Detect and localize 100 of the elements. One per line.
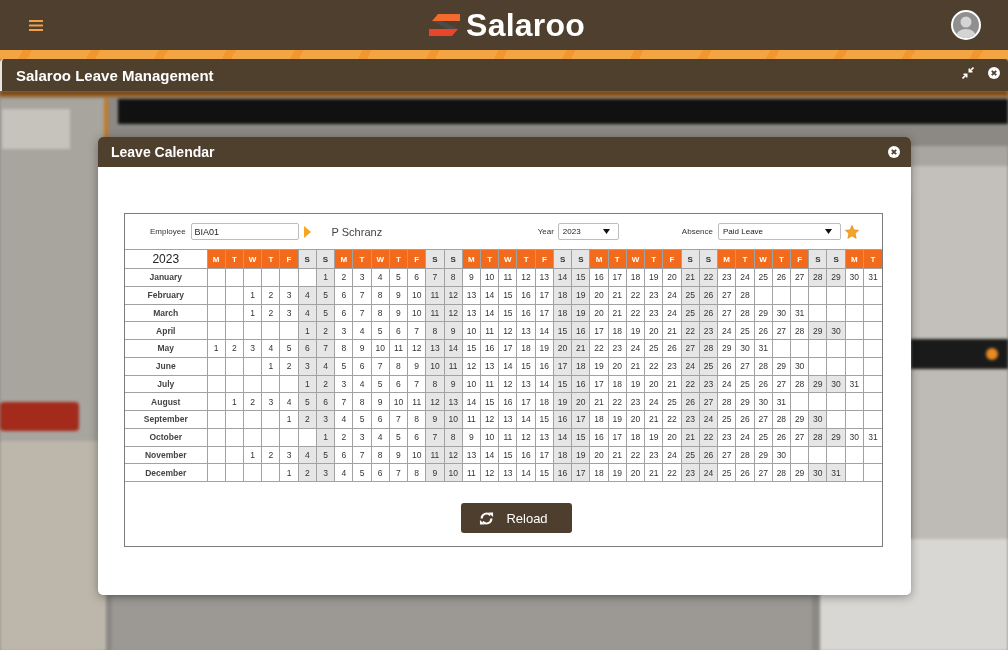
day-cell: 14 (480, 446, 499, 464)
day-cell: 25 (717, 410, 736, 429)
day-cell: 24 (735, 428, 755, 446)
day-cell: 20 (662, 268, 682, 287)
day-cell: 29 (754, 446, 773, 464)
day-cell: 4 (352, 375, 372, 393)
day-cell: 5 (334, 357, 353, 375)
day-cell: 20 (644, 321, 663, 340)
day-cell: 27 (717, 446, 736, 464)
day-cell: 15 (498, 286, 517, 304)
day-cell: 6 (352, 357, 372, 375)
day-cell: 15 (535, 410, 554, 429)
day-cell: 13 (498, 463, 517, 482)
day-cell: 16 (535, 357, 554, 375)
day-cell: 4 (334, 410, 353, 429)
menu-icon[interactable] (29, 19, 43, 31)
day-cell: 27 (790, 268, 809, 287)
logo-text: Salaroo (466, 7, 585, 43)
day-cell: 23 (608, 339, 627, 358)
month-label: April (125, 321, 207, 340)
day-cell: 29 (790, 463, 809, 482)
month-label: January (125, 268, 207, 287)
day-cell: 6 (407, 268, 426, 287)
reload-button[interactable]: Reload (461, 503, 572, 533)
day-cell: 21 (662, 375, 682, 393)
window-title: Salaroo Leave Management (16, 66, 215, 84)
day-cell: 3 (334, 375, 353, 393)
absence-select[interactable]: Paid Leave (718, 223, 841, 240)
day-cell: 14 (535, 321, 554, 340)
day-cell: 29 (772, 357, 791, 375)
day-cell: 17 (608, 428, 627, 446)
day-cell: 26 (662, 339, 682, 358)
day-cell: 25 (662, 392, 682, 411)
month-label: March (125, 304, 207, 322)
avatar-icon[interactable] (951, 10, 981, 40)
day-cell: 30 (735, 339, 755, 358)
day-cell: 23 (662, 357, 682, 375)
day-cell: 5 (389, 428, 408, 446)
day-cell: 13 (535, 268, 554, 287)
day-cell: 10 (407, 286, 426, 304)
day-cell: 5 (371, 375, 390, 393)
day-cell: 25 (717, 463, 736, 482)
day-cell: 25 (735, 375, 755, 393)
day-cell: 29 (754, 304, 773, 322)
refresh-icon (479, 510, 495, 526)
day-cell: 24 (717, 375, 736, 393)
day-cell: 22 (626, 446, 645, 464)
day-cell: 18 (589, 410, 609, 429)
employee-field[interactable]: BIA01 (190, 223, 299, 240)
day-cell: 28 (717, 392, 736, 411)
close-icon[interactable] (988, 66, 1000, 79)
day-cell: 23 (717, 268, 736, 287)
year-select[interactable]: 2023 (557, 223, 619, 240)
day-cell: 29 (790, 410, 809, 429)
day-cell: 13 (462, 446, 481, 464)
day-cell: 10 (389, 392, 408, 411)
star-icon[interactable] (845, 224, 859, 239)
day-cell: 9 (389, 446, 408, 464)
day-cell: 8 (371, 304, 390, 322)
day-cell: 5 (371, 321, 390, 340)
close-icon[interactable] (888, 146, 900, 158)
day-cell: 16 (480, 339, 499, 358)
employee-name: P Schranz (331, 225, 383, 238)
day-cell: 15 (517, 357, 536, 375)
day-cell: 10 (462, 321, 481, 340)
month-label: November (125, 446, 207, 464)
day-cell: 15 (462, 339, 481, 358)
day-cell: 2 (243, 392, 262, 411)
day-cell: 11 (462, 463, 481, 482)
day-cell: 27 (772, 375, 791, 393)
day-cell: 11 (498, 428, 517, 446)
day-cell: 13 (517, 321, 536, 340)
day-cell: 19 (644, 428, 663, 446)
day-cell: 25 (754, 268, 773, 287)
month-label: May (125, 339, 207, 358)
collapse-arrows-icon[interactable] (962, 66, 974, 79)
day-cell: 31 (772, 392, 791, 411)
day-cell: 23 (644, 304, 663, 322)
dropdown-caret-icon (602, 229, 610, 234)
day-cell: 3 (279, 286, 299, 304)
day-cell: 12 (480, 463, 499, 482)
day-cell: 3 (334, 321, 353, 340)
day-cell: 14 (480, 304, 499, 322)
day-cell: 19 (626, 321, 645, 340)
day-cell: 26 (772, 428, 791, 446)
day-cell: 3 (279, 446, 299, 464)
logo-icon (429, 13, 461, 37)
day-cell: 8 (407, 463, 426, 482)
day-cell: 22 (644, 357, 663, 375)
day-cell: 30 (772, 304, 791, 322)
day-cell: 14 (498, 357, 517, 375)
day-cell: 27 (735, 357, 755, 375)
day-cell: 10 (407, 446, 426, 464)
day-cell: 3 (352, 428, 372, 446)
day-cell: 2 (225, 339, 244, 358)
day-cell: 26 (772, 268, 791, 287)
day-cell: 30 (790, 357, 809, 375)
day-cell: 26 (754, 375, 773, 393)
day-cell: 10 (480, 428, 499, 446)
day-cell: 7 (371, 357, 390, 375)
